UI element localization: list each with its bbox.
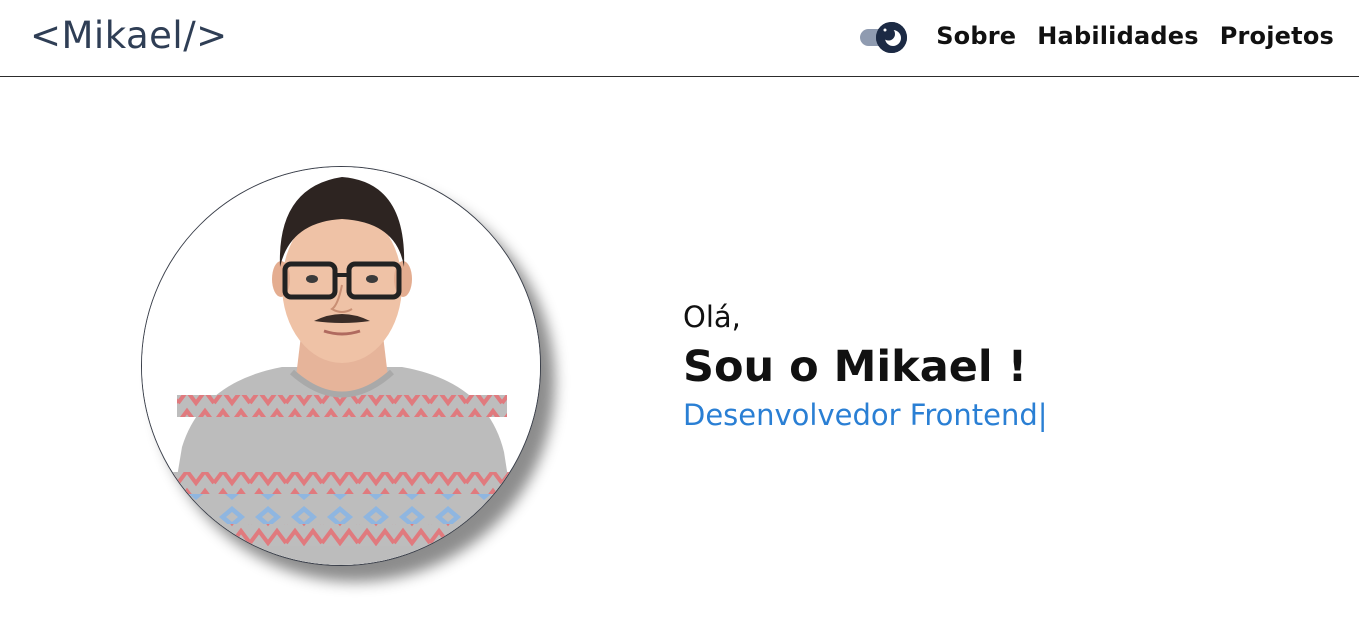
moon-icon — [876, 22, 907, 53]
role-text: Desenvolvedor Frontend| — [683, 395, 1048, 435]
profile-photo — [142, 167, 540, 565]
role-label: Desenvolvedor Frontend — [683, 398, 1038, 432]
nav-link-habilidades[interactable]: Habilidades — [1037, 22, 1198, 50]
nav-link-sobre[interactable]: Sobre — [936, 22, 1016, 50]
hero-headline: Sou o Mikael ! — [683, 342, 1028, 392]
hero-text: Olá, Sou o Mikael ! Desenvolvedor Fronte… — [683, 297, 1048, 435]
main-nav: Sobre Habilidades Projetos — [936, 22, 1334, 50]
site-header: <Mikael/> Sobre Habilidades Projetos — [0, 0, 1359, 77]
typing-cursor: | — [1037, 398, 1048, 432]
greeting-text: Olá, — [683, 300, 741, 334]
site-logo[interactable]: <Mikael/> — [30, 14, 228, 57]
nav-link-projetos[interactable]: Projetos — [1220, 22, 1334, 50]
theme-toggle[interactable] — [860, 22, 908, 53]
avatar — [141, 166, 541, 566]
